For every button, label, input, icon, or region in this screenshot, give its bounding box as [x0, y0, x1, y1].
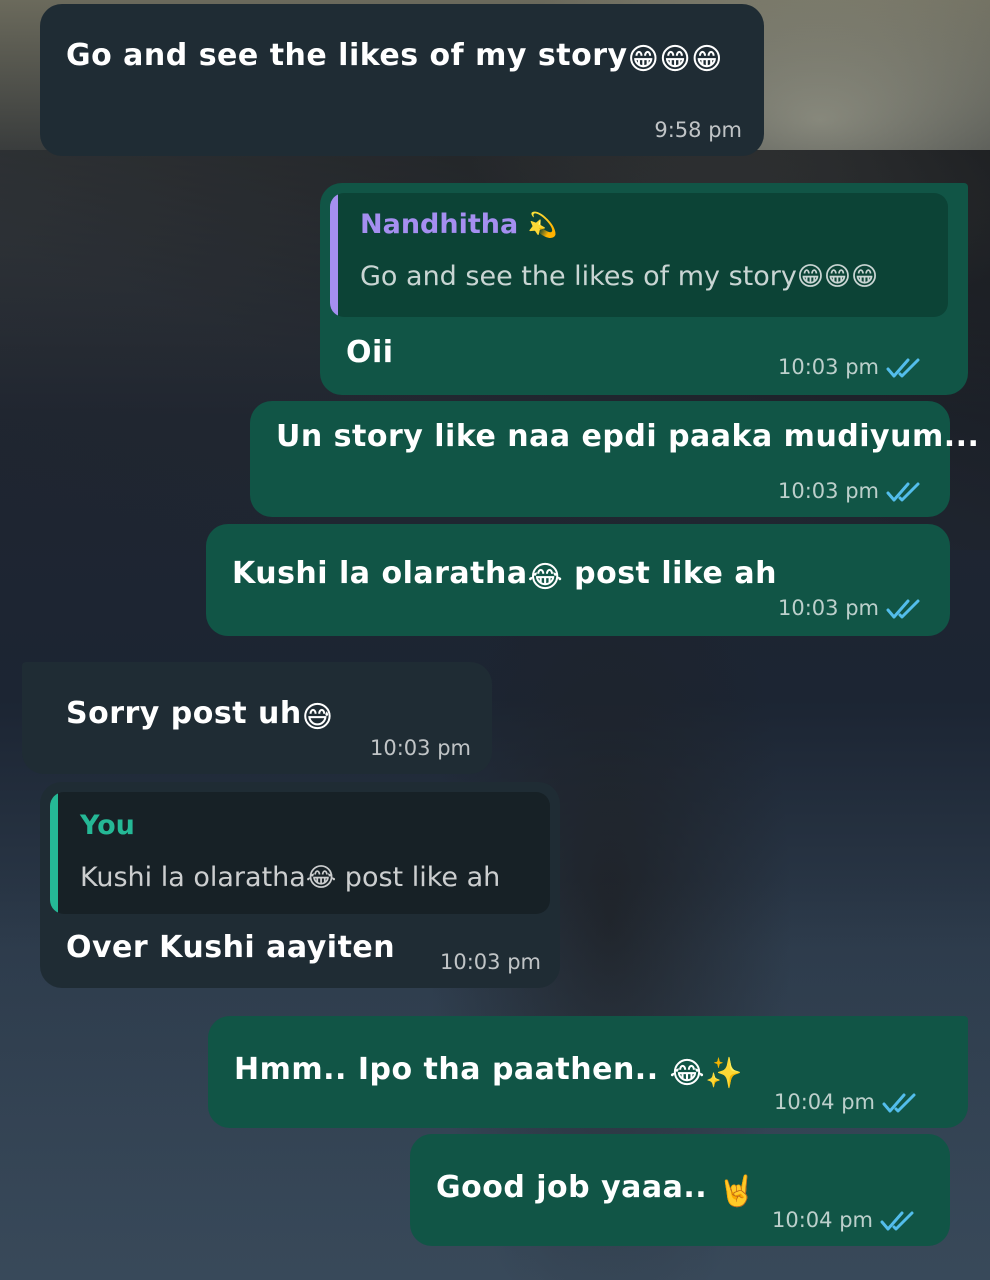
message-time: 10:04 pm [774, 1090, 875, 1114]
message-text: Kushi la olaratha😂 post like ah [232, 556, 777, 595]
reply-sender-name: You [80, 810, 135, 841]
tears-of-joy-emoji: 😂 [305, 863, 337, 893]
message-text: Go and see the likes of my story😁😁😁 [66, 38, 723, 77]
message-bubble-outgoing[interactable]: Un story like naa epdi paaka mudiyum... … [250, 401, 979, 517]
message-time: 10:03 pm [778, 355, 879, 379]
reply-quoted-text: Go and see the likes of my story😁😁😁 [360, 261, 879, 292]
message-text: Sorry post uh😅 [66, 696, 334, 735]
grin-emoji: 😁😁😁 [627, 42, 723, 77]
double-check-icon [880, 1211, 914, 1231]
reply-quote[interactable]: You Kushi la olaratha😂 post like ah [50, 792, 550, 914]
reply-quoted-text: Kushi la olaratha😂 post like ah [80, 862, 501, 893]
sweat-smile-emoji: 😅 [301, 700, 334, 735]
reply-quote[interactable]: Nandhitha 💫 Go and see the likes of my s… [330, 193, 948, 317]
message-text: Good job yaaa.. 🤘 [436, 1170, 756, 1209]
message-bubble-outgoing[interactable]: Nandhitha 💫 Go and see the likes of my s… [320, 183, 968, 395]
message-time: 10:03 pm [778, 596, 879, 620]
message-text: Over Kushi aayiten [66, 930, 396, 965]
message-time: 9:58 pm [654, 118, 742, 142]
message-time: 10:03 pm [370, 736, 471, 760]
message-time: 10:03 pm [778, 479, 879, 503]
double-check-icon [886, 358, 920, 378]
message-bubble-incoming[interactable]: Go and see the likes of my story😁😁😁 9:58… [40, 4, 764, 156]
message-bubble-outgoing[interactable]: Good job yaaa.. 🤘 10:04 pm [410, 1134, 950, 1246]
reply-sender-name: Nandhitha 💫 [360, 209, 558, 240]
tears-of-joy-emoji: 😂 [527, 560, 564, 595]
message-text: Oii [346, 335, 394, 370]
message-text: Hmm.. Ipo tha paathen.. 😂✨ [234, 1052, 743, 1091]
double-check-icon [886, 599, 920, 619]
message-time: 10:04 pm [772, 1208, 873, 1232]
message-bubble-outgoing[interactable]: Kushi la olaratha😂 post like ah 10:03 pm [206, 524, 950, 636]
dizzy-emoji: 💫 [527, 211, 558, 239]
rock-on-hand-emoji: 🤘 [718, 1174, 756, 1209]
reply-quote-bar [330, 193, 338, 317]
message-time: 10:03 pm [440, 950, 541, 974]
grin-emoji: 😁😁😁 [796, 262, 879, 292]
message-bubble-outgoing[interactable]: Hmm.. Ipo tha paathen.. 😂✨ 10:04 pm [208, 1016, 968, 1128]
tears-of-joy-sparkles-emoji: 😂✨ [669, 1056, 743, 1091]
message-bubble-incoming[interactable]: Sorry post uh😅 10:03 pm [22, 662, 492, 774]
reply-quote-bar [50, 792, 58, 914]
message-text: Un story like naa epdi paaka mudiyum... [276, 419, 980, 454]
double-check-icon [886, 482, 920, 502]
message-bubble-incoming[interactable]: You Kushi la olaratha😂 post like ah Over… [40, 782, 560, 988]
double-check-icon [882, 1093, 916, 1113]
